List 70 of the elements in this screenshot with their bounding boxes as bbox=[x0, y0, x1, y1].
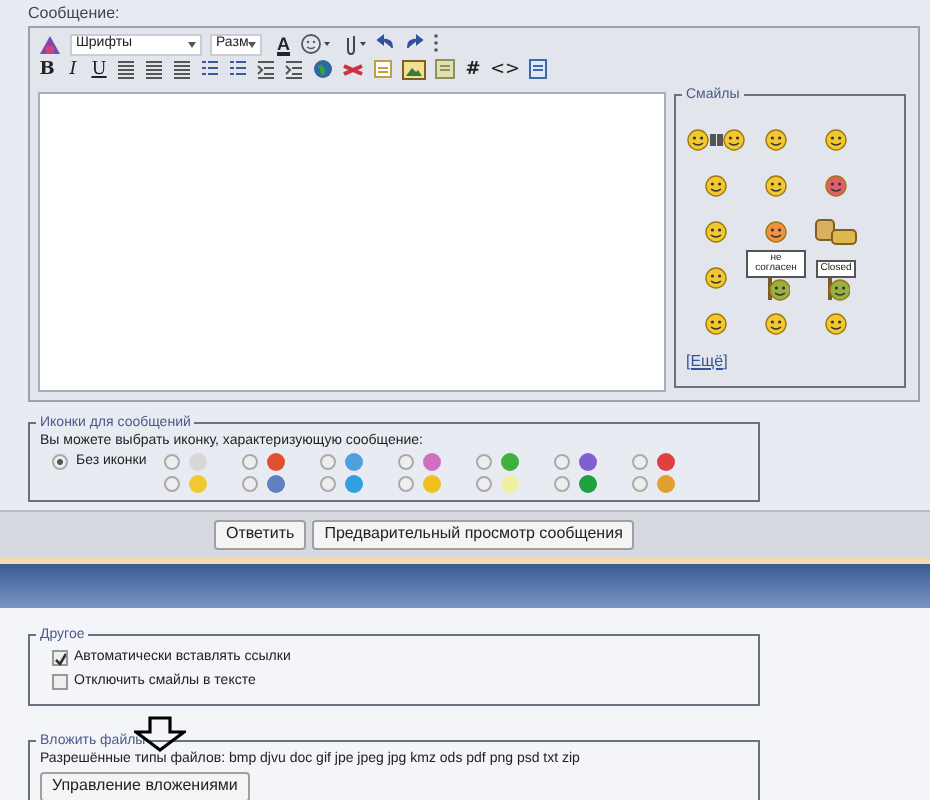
radio-button[interactable] bbox=[164, 475, 180, 492]
indent-icon[interactable] bbox=[284, 58, 304, 83]
caret-icon bbox=[248, 41, 257, 48]
align-icon[interactable] bbox=[172, 58, 192, 83]
radio-button[interactable] bbox=[476, 475, 492, 492]
checkbox[interactable] bbox=[52, 650, 68, 666]
smiley-icon[interactable] bbox=[704, 220, 728, 245]
smiley-icon[interactable] bbox=[824, 312, 848, 337]
smiley-icon[interactable] bbox=[764, 128, 788, 153]
radio-button[interactable] bbox=[52, 453, 68, 470]
form-button[interactable]: Предварительный просмотр сообщения bbox=[312, 520, 635, 550]
radio-button[interactable] bbox=[476, 453, 492, 470]
smiley-icon[interactable] bbox=[764, 174, 788, 199]
grip-icon[interactable] bbox=[432, 32, 441, 57]
align-icon[interactable] bbox=[144, 58, 164, 83]
italic-button[interactable]: I bbox=[64, 59, 82, 82]
post-icon bbox=[422, 451, 442, 472]
bold-button[interactable]: B bbox=[38, 59, 56, 82]
post-icon bbox=[422, 473, 442, 494]
image-icon[interactable] bbox=[402, 58, 426, 83]
php-icon[interactable] bbox=[528, 58, 549, 83]
post-icon bbox=[656, 451, 676, 472]
manage-attachments-button[interactable]: Управление вложениями bbox=[40, 772, 250, 800]
align-icon[interactable] bbox=[116, 58, 136, 83]
post-icon bbox=[188, 451, 208, 472]
post-icon bbox=[344, 451, 364, 472]
post-icon bbox=[344, 473, 364, 494]
beer-smiley-icon[interactable] bbox=[686, 128, 746, 153]
post-icon bbox=[188, 473, 208, 494]
font-color-button[interactable]: A bbox=[274, 33, 293, 56]
caret-icon bbox=[188, 41, 196, 48]
quote-icon[interactable] bbox=[434, 58, 456, 83]
radio-button[interactable] bbox=[242, 475, 258, 492]
more-link[interactable]: [Ещё] bbox=[686, 351, 728, 371]
smiley-icon[interactable] bbox=[824, 174, 848, 199]
code-button[interactable]: <> bbox=[490, 59, 521, 82]
post-icon bbox=[500, 473, 520, 494]
checkbox[interactable] bbox=[52, 674, 68, 690]
bread-icon[interactable] bbox=[814, 216, 858, 249]
radio-button[interactable] bbox=[164, 453, 180, 470]
post-icon bbox=[500, 451, 520, 472]
post-icon bbox=[266, 473, 286, 494]
radio-button[interactable] bbox=[554, 475, 570, 492]
smiley-dropdown-icon[interactable] bbox=[300, 32, 333, 57]
smiley-icon bbox=[762, 277, 790, 302]
radio-button[interactable] bbox=[320, 475, 336, 492]
field-label: Сообщение: bbox=[28, 4, 120, 24]
underline-button[interactable]: U bbox=[90, 59, 108, 82]
post-icon bbox=[266, 451, 286, 472]
indent-icon[interactable] bbox=[256, 58, 276, 83]
radio-button[interactable] bbox=[554, 453, 570, 470]
post-icon bbox=[578, 473, 598, 494]
globe-icon[interactable] bbox=[312, 58, 334, 83]
post-icon bbox=[578, 451, 598, 472]
radio-button[interactable] bbox=[632, 475, 648, 492]
smiley-icon[interactable] bbox=[824, 128, 848, 153]
radio-button[interactable] bbox=[632, 453, 648, 470]
hash-button[interactable]: # bbox=[464, 59, 482, 82]
radio-button[interactable] bbox=[398, 453, 414, 470]
smiley-icon[interactable] bbox=[764, 312, 788, 337]
format-icon[interactable] bbox=[38, 32, 62, 57]
form-button[interactable]: Ответить bbox=[214, 520, 307, 550]
radio-button[interactable] bbox=[242, 453, 258, 470]
smiley-icon[interactable] bbox=[704, 312, 728, 337]
post-icon bbox=[656, 473, 676, 494]
smiley-icon[interactable] bbox=[764, 220, 788, 245]
smiley-icon[interactable] bbox=[704, 174, 728, 199]
radio-button[interactable] bbox=[398, 475, 414, 492]
radio-button[interactable] bbox=[320, 453, 336, 470]
smiley-icon[interactable] bbox=[704, 266, 728, 291]
